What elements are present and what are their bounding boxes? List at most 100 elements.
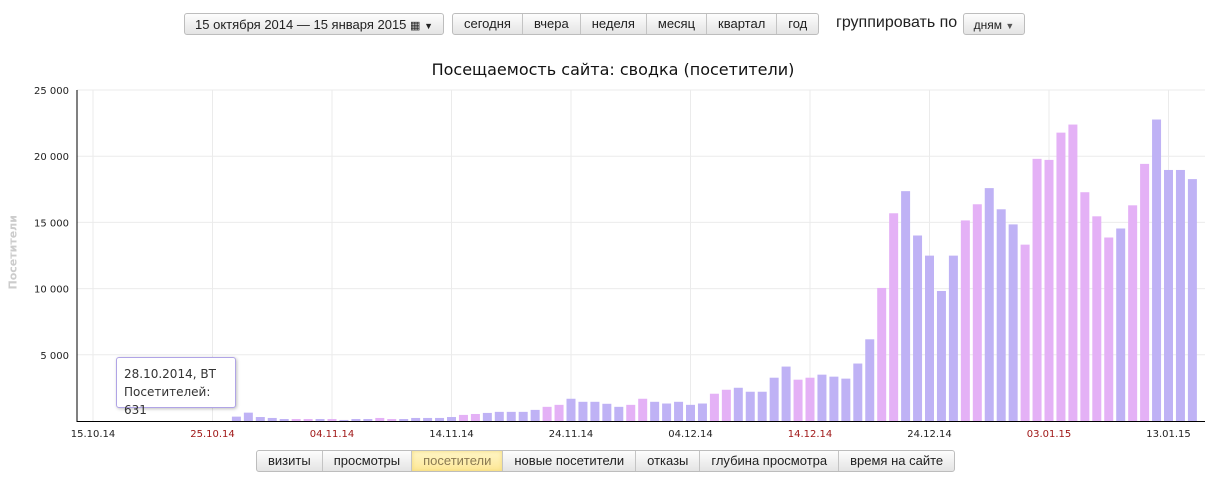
bar (877, 287, 887, 421)
bar (1044, 159, 1054, 421)
x-tick-label: 13.01.15 (1146, 429, 1191, 440)
bar (972, 204, 982, 421)
x-tick-label: 24.12.14 (907, 429, 952, 440)
bar (638, 398, 648, 421)
bar (960, 220, 970, 421)
y-tick-label: 5 000 (40, 351, 69, 362)
tab-bounces[interactable]: отказы (636, 451, 701, 471)
bar (1032, 158, 1042, 421)
bar (1187, 179, 1197, 421)
bar (423, 417, 433, 421)
bar (1164, 169, 1173, 421)
bar (984, 188, 994, 421)
tooltip-date: 28.10.2014, ВТ (124, 367, 216, 381)
bar (913, 235, 923, 421)
bar (279, 419, 289, 421)
tab-visitors[interactable]: посетители (412, 451, 504, 471)
bar (554, 404, 564, 421)
bar (327, 419, 337, 421)
bar (1056, 132, 1066, 421)
bar (375, 417, 385, 421)
bar (817, 374, 827, 421)
bar (255, 417, 265, 421)
bar (1152, 119, 1162, 421)
bar (1008, 224, 1018, 421)
bar (996, 209, 1006, 421)
bar (757, 391, 767, 421)
visitors-bar-chart: 5 000 10 000 15 000 20 000 25 000 15.10.14 25.… (34, 86, 1205, 440)
bar (805, 377, 815, 421)
bar (578, 401, 588, 421)
bar (769, 377, 779, 421)
bar (674, 401, 684, 421)
bar (721, 389, 731, 421)
bar (936, 290, 946, 421)
bar (1080, 192, 1090, 421)
bar (686, 404, 695, 421)
bar (399, 419, 409, 421)
bar (889, 213, 899, 421)
x-tick-label: 14.11.14 (429, 429, 474, 440)
bar (614, 406, 624, 421)
bar (339, 419, 349, 421)
bar (1020, 244, 1030, 421)
bar (494, 411, 504, 421)
bar (626, 404, 636, 421)
bar (435, 417, 445, 421)
x-tick-label: 24.11.14 (549, 429, 594, 440)
metric-tabs: визиты просмотры посетители новые посети… (256, 450, 956, 472)
bar (411, 417, 421, 421)
bar (925, 255, 934, 421)
bar (542, 406, 552, 421)
bar (1116, 228, 1126, 421)
y-tick-label: 15 000 (34, 218, 69, 229)
bar (662, 403, 672, 421)
bar (387, 419, 397, 421)
bar (1128, 205, 1138, 421)
bar (303, 419, 313, 421)
bar (315, 419, 325, 421)
bar (530, 409, 540, 421)
bar (1140, 163, 1150, 421)
bar (733, 387, 743, 421)
bar (1104, 237, 1114, 421)
bar (1092, 216, 1102, 421)
x-tick-label: 04.11.14 (310, 429, 355, 440)
bar (697, 403, 707, 421)
x-tick-label: 15.10.14 (71, 429, 116, 440)
bar (793, 379, 803, 421)
y-tick-label: 20 000 (34, 152, 69, 163)
y-tick-label: 25 000 (34, 86, 69, 97)
bar (243, 412, 253, 421)
bar (602, 403, 612, 421)
bar (566, 398, 576, 421)
bar (267, 417, 277, 421)
x-tick-label: 04.12.14 (668, 429, 713, 440)
bar-tooltip: 28.10.2014, ВТ Посетителей: 631 (116, 357, 236, 417)
bar (948, 255, 958, 421)
bar (447, 417, 456, 421)
bar (865, 339, 875, 421)
bar (291, 419, 301, 421)
bar (709, 393, 719, 421)
bar (590, 401, 600, 421)
x-tick-label: 03.01.15 (1027, 429, 1072, 440)
bar (470, 413, 480, 421)
tab-new-visitors[interactable]: новые посетители (503, 451, 637, 471)
bar (1175, 169, 1185, 421)
bar (458, 414, 468, 421)
tab-depth[interactable]: глубина просмотра (700, 451, 840, 471)
bar (506, 411, 516, 421)
bar (650, 401, 660, 421)
x-tick-label: 25.10.14 (190, 429, 235, 440)
bar (901, 191, 911, 421)
bar (1068, 124, 1078, 421)
stats-page: 15 октября 2014 — 15 января 2015 ▦ ▼ сег… (0, 0, 1226, 494)
tab-pageviews[interactable]: просмотры (323, 451, 413, 471)
bar (745, 391, 755, 421)
tab-time-on-site[interactable]: время на сайте (839, 451, 954, 471)
bar (829, 376, 839, 421)
tab-visits[interactable]: визиты (257, 451, 323, 471)
y-tick-label: 10 000 (34, 285, 69, 296)
x-tick-label: 14.12.14 (788, 429, 833, 440)
